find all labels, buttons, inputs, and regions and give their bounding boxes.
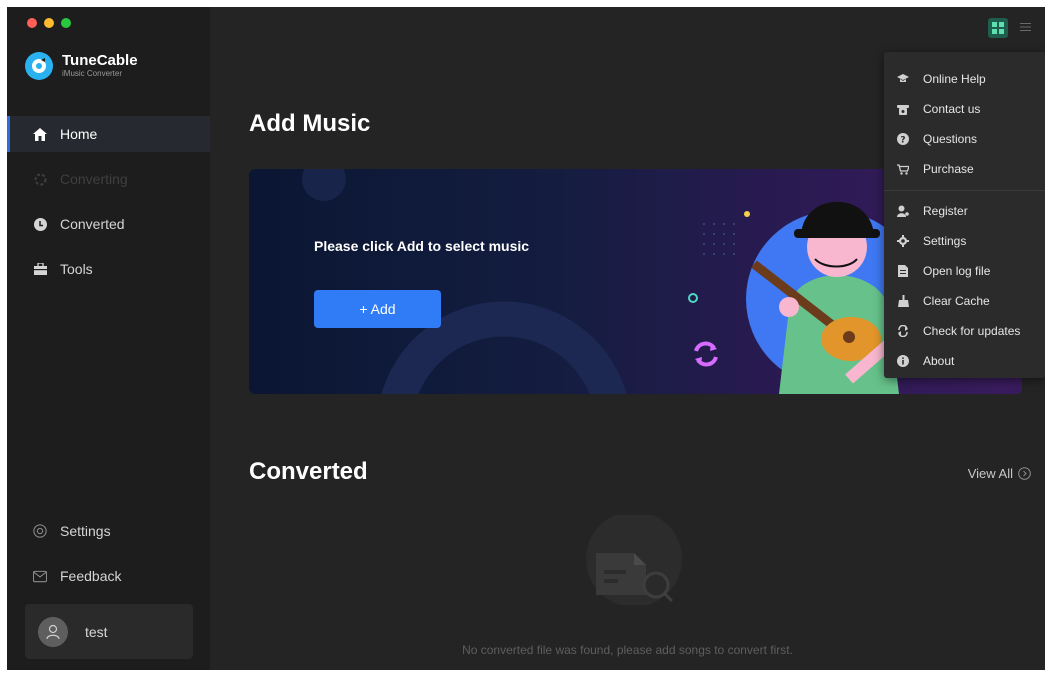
menu-item-label: Contact us [923,102,981,116]
sidebar-item-label: Converted [60,216,125,232]
sidebar-item-tools[interactable]: Tools [7,251,210,287]
minimize-window-button[interactable] [44,18,54,28]
broom-icon [897,295,909,307]
menu-item-label: Clear Cache [923,294,990,308]
sidebar-item-label: Feedback [60,568,122,584]
menu-item-check-for-updates[interactable]: Check for updates [884,316,1045,346]
menu-icon[interactable] [1020,19,1031,37]
menu-item-label: About [923,354,955,368]
grid-view-button[interactable] [988,18,1008,38]
avatar [38,616,68,647]
spinner-icon [33,172,47,186]
app-subtitle: iMusic Converter [62,69,123,78]
menu-item-purchase[interactable]: Purchase [884,154,1045,184]
refresh-icon [897,325,909,337]
menu-item-label: Register [923,204,968,218]
menu-item-settings[interactable]: Settings [884,226,1045,256]
sidebar-item-converted[interactable]: Converted [7,206,210,242]
view-all-label: View All [967,466,1013,481]
file-icon [897,265,909,277]
menu-item-questions[interactable]: ? Questions [884,124,1045,154]
menu-item-open-log-file[interactable]: Open log file [884,256,1045,286]
sidebar-item-label: Tools [60,261,93,277]
user-key-icon [897,205,909,217]
menu-item-about[interactable]: About [884,346,1045,376]
empty-state-message: No converted file was found, please add … [462,643,793,657]
add-music-prompt: Please click Add to select music [314,238,530,254]
graduation-cap-icon [897,73,909,85]
menu-item-clear-cache[interactable]: Clear Cache [884,286,1045,316]
converted-title: Converted [249,458,368,485]
info-icon [897,355,909,367]
sidebar-item-label: Settings [60,523,111,539]
menu-divider [884,190,1045,191]
sidebar: TuneCable iMusic Converter Home Converti… [7,7,210,670]
mail-icon [33,569,47,583]
toolbox-icon [33,262,47,276]
window-controls [27,18,71,28]
gear-icon [897,235,909,247]
app-brand: TuneCable iMusic Converter [25,52,138,80]
sidebar-item-label: Converting [60,171,128,187]
menu-item-online-help[interactable]: Online Help [884,64,1045,94]
sidebar-feedback[interactable]: Feedback [7,558,210,594]
user-name: test [85,623,108,640]
home-icon [33,127,47,141]
zoom-window-button[interactable] [61,18,71,28]
app-logo-icon [25,52,53,80]
close-window-button[interactable] [27,18,37,28]
add-music-title: Add Music [249,110,371,137]
sidebar-settings[interactable]: Settings [7,513,210,549]
menu-item-register[interactable]: Register [884,196,1045,226]
view-all-link[interactable]: View All [968,466,1031,481]
menu-item-label: Settings [923,234,967,248]
question-icon: ? [897,133,909,145]
menu-item-label: Online Help [923,72,986,86]
phone-icon [897,103,909,115]
menu-item-label: Questions [923,132,978,146]
app-name: TuneCable [62,52,138,69]
menu-item-label: Check for updates [923,324,1021,338]
menu-item-contact-us[interactable]: Contact us [884,94,1045,124]
empty-file-icon [584,511,684,610]
clock-icon [33,217,47,231]
cart-icon [897,163,909,175]
settings-dropdown-menu: Online Help Contact us ? Questions Purch… [884,52,1045,378]
sidebar-item-label: Home [60,126,98,142]
app-window: TuneCable iMusic Converter Home Converti… [7,7,1045,670]
sidebar-item-home[interactable]: Home [7,116,210,152]
sidebar-item-converting[interactable]: Converting [7,161,210,197]
gear-icon [33,524,47,538]
user-account[interactable]: test [25,604,193,659]
menu-item-label: Purchase [923,162,974,176]
add-button[interactable]: + Add [314,290,441,328]
svg-text:?: ? [900,136,905,146]
menu-item-label: Open log file [923,264,991,278]
chevron-right-icon [1018,467,1031,480]
top-toolbar [988,18,1031,38]
